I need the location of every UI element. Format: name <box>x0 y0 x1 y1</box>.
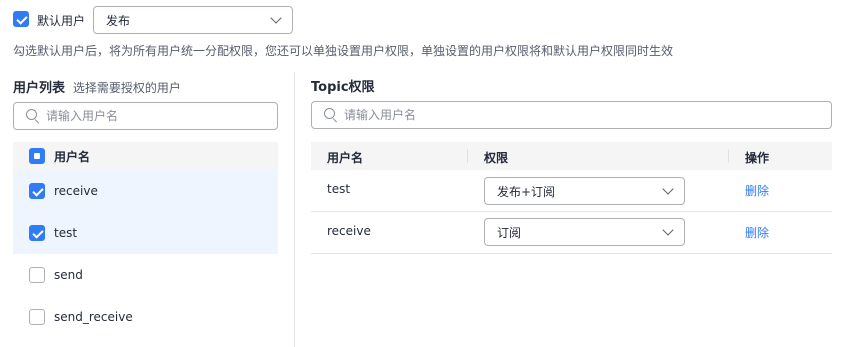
user-search[interactable] <box>13 102 278 130</box>
delete-link[interactable]: 删除 <box>745 182 769 199</box>
table-row: test 发布+订阅 删除 <box>311 170 832 212</box>
permission-value: 订阅 <box>497 225 522 240</box>
user-name: send_receive <box>54 310 133 324</box>
user-list-header: 用户名 <box>13 142 278 170</box>
default-user-checkbox[interactable] <box>13 11 29 27</box>
user-list-header-label: 用户名 <box>54 149 91 164</box>
topic-search-input[interactable] <box>344 108 544 122</box>
list-item[interactable]: send <box>13 254 278 296</box>
hint-text: 勾选默认用户后，将为所有用户统一分配权限，您还可以单独设置用户权限，单独设置的用… <box>13 44 674 58</box>
user-search-input[interactable] <box>46 109 246 123</box>
user-name: send <box>54 268 83 282</box>
permission-select[interactable]: 发布+订阅 <box>484 177 685 205</box>
column-divider <box>728 149 729 163</box>
table-row: receive 订阅 删除 <box>311 212 832 254</box>
permission-value: 发布+订阅 <box>497 184 556 199</box>
default-permission-select[interactable]: 发布 <box>93 6 293 34</box>
select-all-checkbox[interactable] <box>29 148 45 164</box>
default-permission-value: 发布 <box>106 13 131 28</box>
user-name: receive <box>54 184 98 198</box>
list-item[interactable]: receive <box>13 170 278 212</box>
column-divider <box>467 149 468 163</box>
chevron-down-icon <box>662 224 674 236</box>
topic-search[interactable] <box>311 101 832 129</box>
panel-divider <box>294 72 295 347</box>
chevron-down-icon <box>270 12 282 24</box>
column-header-user: 用户名 <box>327 151 364 165</box>
user-checkbox[interactable] <box>29 267 45 283</box>
row-user: test <box>327 182 351 196</box>
topic-title: Topic权限 <box>311 80 375 95</box>
user-checkbox[interactable] <box>29 225 45 241</box>
user-name: test <box>54 226 78 240</box>
permission-select[interactable]: 订阅 <box>484 218 685 246</box>
column-header-permission: 权限 <box>484 151 509 165</box>
chevron-down-icon <box>662 183 674 195</box>
user-list-subtitle: 选择需要授权的用户 <box>72 81 181 95</box>
delete-link[interactable]: 删除 <box>745 224 769 241</box>
list-item[interactable]: send_receive <box>13 296 278 338</box>
default-user-label: 默认用户 <box>37 14 86 28</box>
user-checkbox[interactable] <box>29 183 45 199</box>
user-checkbox[interactable] <box>29 309 45 325</box>
row-user: receive <box>327 224 371 238</box>
column-header-action: 操作 <box>745 151 770 165</box>
search-icon <box>324 108 338 123</box>
user-list-title: 用户列表 选择需要授权的用户 <box>13 81 181 96</box>
search-icon <box>26 109 40 124</box>
list-item[interactable]: test <box>13 212 278 254</box>
